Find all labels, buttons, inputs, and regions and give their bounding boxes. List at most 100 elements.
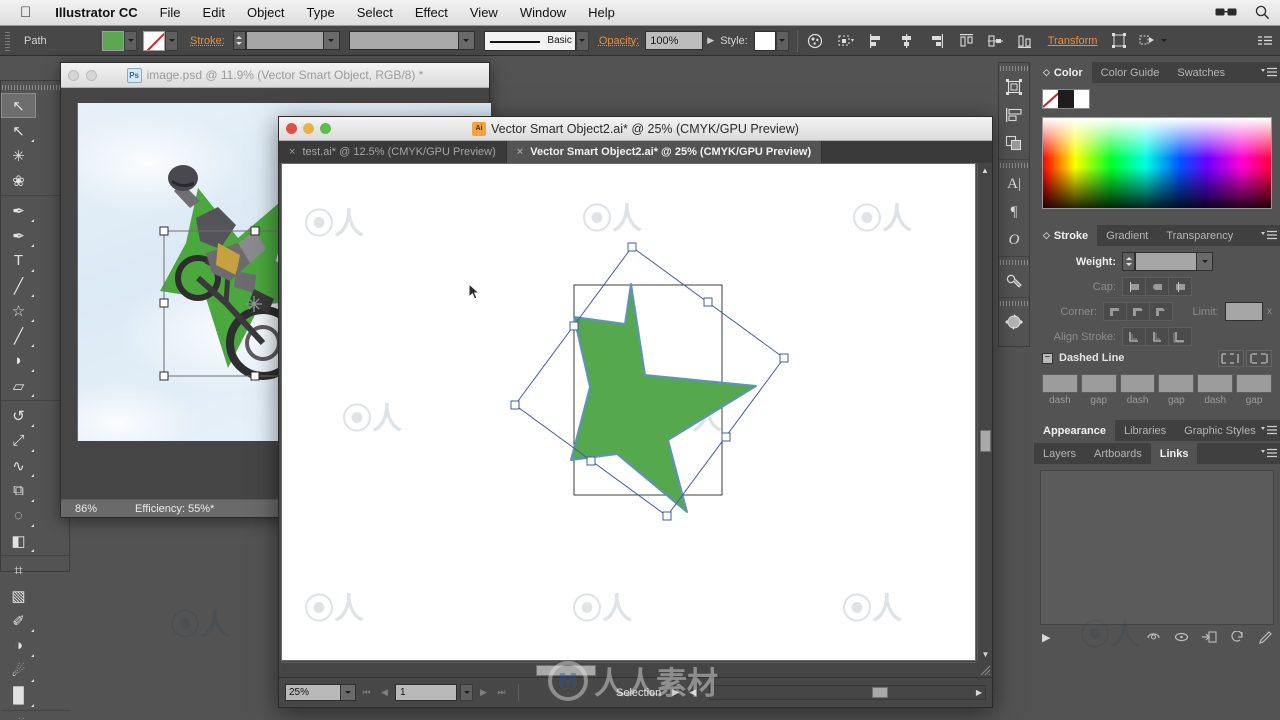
graphic-style-swatch[interactable] <box>754 31 776 51</box>
next-artboard-button[interactable]: ▶ <box>476 684 491 701</box>
scroll-down-arrow[interactable]: ▼ <box>978 647 993 661</box>
ai-horizontal-scrollbar[interactable] <box>281 662 976 677</box>
stroke-color-control[interactable] <box>143 31 178 51</box>
weight-field[interactable] <box>1135 252 1197 271</box>
magic-wand-tool[interactable]: ✳ <box>1 143 36 168</box>
isolate-selected-object-icon[interactable] <box>837 31 856 50</box>
preserve-dash-length-icon[interactable] <box>1218 350 1244 367</box>
zoom-level-dropdown[interactable] <box>341 684 356 701</box>
black-swatch[interactable] <box>1058 90 1073 108</box>
limit-field[interactable] <box>1225 302 1263 321</box>
align-stroke-center-icon[interactable] <box>1122 327 1146 346</box>
opacity-field[interactable]: 100% <box>645 31 703 50</box>
horizontal-scroll-thumb[interactable] <box>536 665 596 676</box>
projecting-cap-icon[interactable] <box>1168 277 1192 296</box>
stroke-profile-dropdown[interactable] <box>459 31 475 50</box>
graphic-style-control[interactable] <box>754 31 789 51</box>
zoom-level-field[interactable]: 25% <box>285 684 341 701</box>
gap-input-1[interactable] <box>1081 374 1117 393</box>
symbol-sprayer-tool[interactable]: ☄ <box>1 713 36 720</box>
type-tool[interactable]: T <box>1 248 36 273</box>
opacity-label[interactable]: Opacity: <box>599 35 639 47</box>
ps-zoom-level[interactable]: 86% <box>75 503 97 515</box>
close-icon[interactable]: × <box>289 146 295 158</box>
isolate-mode-icon[interactable] <box>1138 31 1157 50</box>
gap-input-5[interactable] <box>1236 374 1272 393</box>
menu-item-file[interactable]: File <box>149 5 192 20</box>
distribute-center-icon[interactable] <box>986 31 1005 50</box>
symbols-panel-icon[interactable] <box>999 308 1029 336</box>
pen-tool[interactable]: ✒ <box>1 198 36 223</box>
menu-item-help[interactable]: Help <box>577 5 626 20</box>
menu-item-view[interactable]: View <box>459 5 509 20</box>
stroke-swatch-none[interactable] <box>143 31 165 51</box>
star-shape-tool[interactable]: ☆ <box>1 298 36 323</box>
tab-libraries[interactable]: Libraries <box>1115 420 1175 441</box>
brushes-panel-icon[interactable] <box>999 267 1029 295</box>
brush-definition-control[interactable]: Basic <box>484 31 589 51</box>
tools-panel-gripper[interactable] <box>1 81 69 93</box>
transform-panel-link[interactable]: Transform <box>1048 35 1098 47</box>
close-icon[interactable]: × <box>517 146 523 158</box>
butt-cap-icon[interactable] <box>1122 277 1146 296</box>
rotate-tool[interactable]: ↺ <box>1 403 36 428</box>
white-swatch[interactable] <box>1074 90 1089 108</box>
illustrator-document-window[interactable]: Ai Vector Smart Object2.ai* @ 25% (CMYK/… <box>278 116 993 708</box>
menu-app-name[interactable]: Illustrator CC <box>44 5 148 20</box>
align-center-horizontal-icon[interactable] <box>897 31 916 50</box>
weight-dropdown[interactable] <box>1197 252 1213 271</box>
links-list[interactable] <box>1040 470 1274 625</box>
tab-gradient[interactable]: Gradient <box>1097 225 1157 246</box>
stroke-weight-dropdown[interactable] <box>324 31 340 50</box>
rail-gripper[interactable] <box>999 160 1029 170</box>
stroke-dropdown-arrow[interactable] <box>165 31 178 51</box>
opentype-panel-icon[interactable]: O <box>999 226 1029 254</box>
menu-item-type[interactable]: Type <box>296 5 346 20</box>
round-join-icon[interactable] <box>1126 302 1150 321</box>
ai-vertical-scrollbar[interactable]: ▲ ▼ <box>977 163 992 661</box>
tab-transparency[interactable]: Transparency <box>1157 225 1242 246</box>
eraser-tool[interactable]: ▱ <box>1 373 36 398</box>
paintbrush-tool[interactable]: ╱ <box>1 323 36 348</box>
status-tool-label[interactable]: Selection <box>616 687 661 699</box>
fill-swatch[interactable] <box>102 31 124 51</box>
menu-item-window[interactable]: Window <box>509 5 577 20</box>
selection-tool[interactable]: ↖ <box>1 93 36 118</box>
document-tab-test-ai[interactable]: × test.ai* @ 12.5% (CMYK/GPU Preview) <box>279 141 507 163</box>
column-graph-tool[interactable]: █ <box>1 683 36 708</box>
tab-artboards[interactable]: Artboards <box>1085 443 1151 464</box>
stroke-panel-menu-icon[interactable] <box>1261 229 1277 242</box>
photoshop-title-bar[interactable]: Ps image.psd @ 11.9% (Vector Smart Objec… <box>61 63 489 88</box>
align-right-icon[interactable] <box>926 31 945 50</box>
tab-links[interactable]: Links <box>1151 443 1198 464</box>
free-transform-tool[interactable]: ⧉ <box>1 478 36 503</box>
direct-selection-tool[interactable]: ↖ <box>1 118 36 143</box>
miter-join-icon[interactable] <box>1103 302 1127 321</box>
control-panel-gripper[interactable] <box>3 30 12 52</box>
blob-brush-tool[interactable]: ◗ <box>1 348 36 373</box>
relink-icon[interactable] <box>1146 631 1161 643</box>
brush-dropdown-arrow[interactable] <box>576 31 589 51</box>
menu-item-effect[interactable]: Effect <box>404 5 459 20</box>
align-dashes-to-corners-icon[interactable] <box>1246 350 1272 367</box>
paragraph-panel-icon[interactable]: ¶ <box>999 198 1029 226</box>
zoom-level-control[interactable]: 25% <box>285 684 356 701</box>
opacity-control[interactable]: 100% ▶ <box>645 31 718 50</box>
color-panel-menu-icon[interactable] <box>1261 66 1277 79</box>
round-cap-icon[interactable] <box>1145 277 1169 296</box>
artboard-number-field[interactable]: 1 <box>395 684 457 701</box>
artboard-navigation-dropdown[interactable] <box>460 684 473 701</box>
ai-artboard[interactable]: ⦿人 ⦿人 ⦿人 ⦿人 ⦿人 ⦿人 ⦿人 ⦿人 <box>281 163 976 661</box>
line-segment-tool[interactable]: ╱ <box>1 273 36 298</box>
gradient-tool[interactable]: ▧ <box>1 583 36 608</box>
pencil-icon[interactable] <box>1258 631 1272 644</box>
none-swatch[interactable] <box>1043 90 1058 108</box>
blend-tool[interactable]: ◑ <box>1 633 36 658</box>
rail-gripper[interactable] <box>999 63 1029 73</box>
fill-dropdown-arrow[interactable] <box>124 31 137 51</box>
layers-panel-menu-icon[interactable] <box>1261 447 1277 460</box>
dash-input-0[interactable] <box>1042 374 1078 393</box>
menu-item-select[interactable]: Select <box>346 5 404 20</box>
menu-item-object[interactable]: Object <box>236 5 296 20</box>
eyedropper-tool[interactable]: ✐ <box>1 608 36 633</box>
